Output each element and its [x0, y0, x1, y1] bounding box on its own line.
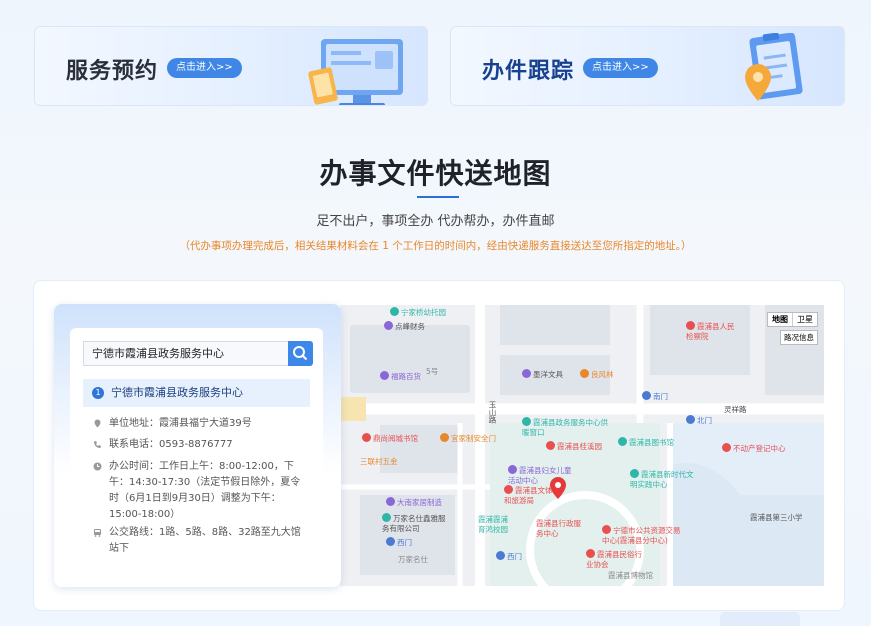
- case-tracking-card[interactable]: 办件跟踪 点击进入>>: [450, 26, 845, 106]
- clipboard-location-illustration-icon: [723, 32, 833, 105]
- phone-icon: [94, 441, 101, 448]
- map-poi[interactable]: 点峰财务: [384, 321, 425, 332]
- monitor-illustration-icon: [303, 33, 427, 105]
- map-poi[interactable]: 霞浦县文体和旅游局: [504, 485, 554, 506]
- map-poi[interactable]: 万家名仕: [398, 555, 428, 565]
- map-poi[interactable]: 南门: [642, 391, 668, 402]
- map-type-control[interactable]: 地图 卫星: [767, 312, 818, 327]
- traffic-toggle[interactable]: 路况信息: [780, 330, 818, 345]
- road-label-yushan: 玉山路: [488, 401, 497, 424]
- delivery-notice: （代办事项办理完成后，相关结果材料会在 1 个工作日的时间内，经由快递服务直接送…: [179, 240, 692, 252]
- map-poi[interactable]: 霞浦县第三小学: [750, 513, 803, 523]
- map-poi[interactable]: 北门: [686, 415, 712, 426]
- bus-icon: [94, 529, 101, 537]
- bottom-decoration: [720, 612, 800, 626]
- map-poi[interactable]: 宁家桥幼托园: [390, 307, 446, 318]
- service-appointment-card[interactable]: 服务预约 点击进入>>: [34, 26, 428, 106]
- map-poi[interactable]: 大南家居制造: [386, 497, 442, 508]
- map-poi[interactable]: 宜家制安全门: [440, 433, 496, 444]
- address-text: 单位地址：霞浦县福宁大道39号: [109, 418, 252, 429]
- map-poi[interactable]: 霞浦霞浦育鸿校园: [478, 515, 512, 535]
- map-poi[interactable]: 福路百货: [380, 371, 421, 382]
- service-appointment-title: 服务预约: [66, 59, 159, 84]
- map-poi[interactable]: 霞浦县妇女儿童活动中心: [508, 465, 578, 486]
- map-poi[interactable]: 墨洋文具: [522, 369, 563, 380]
- map-poi[interactable]: 霞浦县博物馆: [608, 571, 653, 581]
- map-type-satellite[interactable]: 卫星: [793, 313, 817, 326]
- map-view[interactable]: 地图 卫星 路况信息 玉山路 灵祥路 宁家桥幼托园 点峰财务 福路百货 5号 墨…: [340, 305, 824, 586]
- map-poi[interactable]: 霞浦县桂溪园: [546, 441, 602, 452]
- result-index-badge: 1: [92, 387, 104, 399]
- section-subtitle: 足不出户，事项全办 代办帮办，办件直邮: [316, 214, 555, 229]
- search-icon: [293, 346, 308, 361]
- map-poi[interactable]: 万家名仕鑫雅服务有限公司: [382, 513, 446, 534]
- result-name: 宁德市霞浦县政务服务中心: [111, 386, 243, 399]
- map-poi[interactable]: 霞浦县行政服务中心: [536, 519, 582, 539]
- search-button[interactable]: [288, 341, 313, 366]
- map-poi[interactable]: 良风林: [580, 369, 614, 380]
- map-poi[interactable]: 三联村五金: [360, 457, 398, 467]
- location-pin-icon: [94, 419, 101, 428]
- map-type-map[interactable]: 地图: [768, 313, 793, 326]
- map-poi[interactable]: 5号: [426, 367, 438, 377]
- case-tracking-title: 办件跟踪: [482, 59, 575, 84]
- section-title: 办事文件快送地图: [319, 157, 552, 190]
- map-poi[interactable]: 霞浦县民俗行业协会: [586, 549, 642, 570]
- case-tracking-enter-button[interactable]: 点击进入>>: [583, 58, 658, 78]
- phone-text: 联系电话：0593-8876777: [109, 439, 233, 450]
- map-poi[interactable]: 西门: [496, 551, 522, 562]
- map-poi[interactable]: 不动产登记中心: [722, 443, 786, 454]
- map-poi[interactable]: 鼎尚阅城书馆: [362, 433, 418, 444]
- result-item[interactable]: 1 宁德市霞浦县政务服务中心: [83, 379, 310, 407]
- hours-text: 办公时间：工作日上午：8:00-12:00，下午：14:30-17:30（法定节…: [109, 461, 301, 520]
- map-poi[interactable]: 宁德市公共资源交易中心(霞浦县分中心): [602, 525, 684, 546]
- map-poi[interactable]: 霞浦县政务服务中心供暖窗口: [522, 417, 612, 438]
- title-underline: [417, 196, 459, 198]
- map-poi[interactable]: 霞浦县新时代文明实践中心: [630, 469, 694, 490]
- map-poi[interactable]: 西门: [386, 537, 412, 548]
- bus-text: 公交路线：1路、5路、8路、32路至九大馆站下: [109, 527, 301, 554]
- map-poi[interactable]: 霞浦县图书馆: [618, 437, 674, 448]
- map-poi[interactable]: 霞浦县人民检察院: [686, 321, 736, 342]
- clock-icon: [93, 462, 102, 471]
- service-appointment-enter-button[interactable]: 点击进入>>: [167, 58, 242, 78]
- road-label-lingxiang: 灵祥路: [724, 405, 747, 414]
- location-search-input[interactable]: 宁德市霞浦县政务服务中心: [83, 341, 289, 366]
